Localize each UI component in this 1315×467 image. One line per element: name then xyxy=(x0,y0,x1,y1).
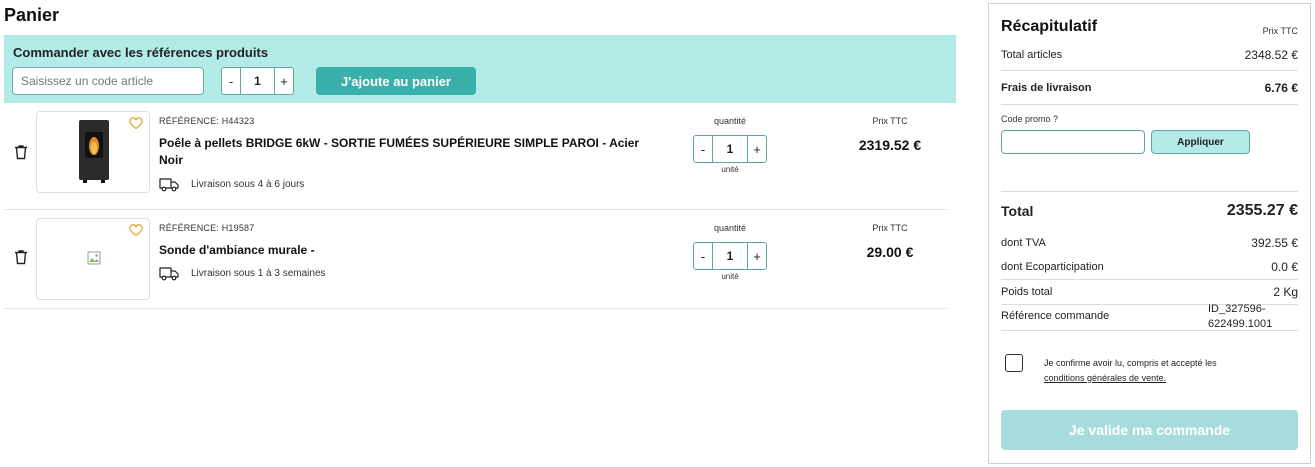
delivery-info: Livraison sous 4 à 6 jours xyxy=(159,176,304,192)
vat-value: 392.55 € xyxy=(1251,236,1298,250)
vat-label: dont TVA xyxy=(1001,237,1046,249)
total-articles-row: Total articles 2348.52 € xyxy=(1001,48,1298,62)
shipping-value: 6.76 € xyxy=(1264,81,1298,95)
quick-order-panel: Commander avec les références produits -… xyxy=(4,35,956,103)
item-price: 2319.52 € xyxy=(858,137,922,153)
quantity-minus-button[interactable]: - xyxy=(222,68,240,94)
terms-checkbox[interactable] xyxy=(1005,354,1023,372)
shipping-row: Frais de livraison 6.76 € xyxy=(1001,81,1298,95)
quantity-minus-button[interactable]: - xyxy=(694,243,712,269)
quick-order-title: Commander avec les références produits xyxy=(13,45,269,60)
eco-participation-row: dont Ecoparticipation 0.0 € xyxy=(1001,260,1298,274)
price-label: Prix TTC xyxy=(872,116,908,126)
divider xyxy=(1001,70,1298,71)
total-articles-label: Total articles xyxy=(1001,49,1063,61)
quantity-plus-button[interactable]: + xyxy=(748,136,766,162)
unit-label: unité xyxy=(721,165,739,174)
product-reference: RÉFÉRENCE: H19587 xyxy=(159,223,255,233)
promo-code-input[interactable] xyxy=(1001,130,1145,154)
product-name[interactable]: Poêle à pellets BRIDGE 6kW - SORTIE FUMÉ… xyxy=(159,135,659,169)
delivery-truck-icon xyxy=(159,178,179,192)
eco-participation-value: 0.0 € xyxy=(1271,260,1298,274)
order-reference-value: ID_327596-622499.1001 xyxy=(1208,303,1273,330)
divider xyxy=(1001,279,1298,280)
add-to-cart-button[interactable]: J'ajoute au panier xyxy=(316,67,476,95)
delivery-info: Livraison sous 1 à 3 semaines xyxy=(159,265,326,281)
summary-title: Récapitulatif xyxy=(1001,18,1098,35)
article-code-input[interactable] xyxy=(12,67,204,95)
quantity-minus-button[interactable]: - xyxy=(694,136,712,162)
quantity-value[interactable]: 1 xyxy=(240,68,275,94)
quantity-value[interactable]: 1 xyxy=(712,136,748,162)
quantity-stepper: - 1 + xyxy=(693,242,767,270)
weight-row: Poids total 2 Kg xyxy=(1001,285,1298,299)
weight-value: 2 Kg xyxy=(1273,285,1298,299)
page-title: Panier xyxy=(4,5,60,25)
divider xyxy=(1001,191,1298,192)
quantity-stepper: - 1 + xyxy=(693,135,767,163)
cart-item: RÉFÉRENCE: H44323 Poêle à pellets BRIDGE… xyxy=(4,103,947,210)
promo-code-label: Code promo ? xyxy=(1001,114,1059,124)
terms-statement: Je confirme avoir lu, compris et accepté… xyxy=(1044,358,1217,368)
terms-text: Je confirme avoir lu, compris et accepté… xyxy=(1044,356,1217,386)
eco-participation-label: dont Ecoparticipation xyxy=(1001,261,1104,273)
delivery-text: Livraison sous 4 à 6 jours xyxy=(191,178,305,190)
total-row: Total 2355.27 € xyxy=(1001,202,1298,220)
quantity-label: quantité xyxy=(713,116,747,126)
broken-image-icon xyxy=(87,251,101,265)
vat-row: dont TVA 392.55 € xyxy=(1001,236,1298,250)
shipping-label: Frais de livraison xyxy=(1001,82,1092,94)
trash-icon[interactable] xyxy=(12,143,30,161)
trash-icon[interactable] xyxy=(12,248,30,266)
divider xyxy=(1001,104,1298,105)
quantity-plus-button[interactable]: + xyxy=(748,243,766,269)
product-thumbnail[interactable] xyxy=(36,111,150,193)
delivery-text: Livraison sous 1 à 3 semaines xyxy=(191,267,326,279)
quantity-label: quantité xyxy=(713,223,747,233)
heart-icon[interactable] xyxy=(128,116,144,130)
total-label: Total xyxy=(1001,203,1034,219)
quantity-plus-button[interactable]: + xyxy=(275,68,293,94)
total-articles-value: 2348.52 € xyxy=(1244,48,1298,62)
price-type-label: Prix TTC xyxy=(1262,26,1298,36)
quick-order-quantity-stepper: - 1 + xyxy=(221,67,294,95)
divider xyxy=(1001,330,1298,331)
cart-item: RÉFÉRENCE: H19587 Sonde d'ambiance mural… xyxy=(4,210,947,309)
weight-label: Poids total xyxy=(1001,286,1053,298)
item-price: 29.00 € xyxy=(866,244,914,260)
order-reference-label: Référence commande xyxy=(1001,310,1110,322)
price-label: Prix TTC xyxy=(872,223,908,233)
unit-label: unité xyxy=(721,272,739,281)
apply-promo-button[interactable]: Appliquer xyxy=(1151,130,1250,154)
product-thumbnail[interactable] xyxy=(36,218,150,300)
quantity-value[interactable]: 1 xyxy=(712,243,748,269)
product-reference: RÉFÉRENCE: H44323 xyxy=(159,116,255,126)
product-name[interactable]: Sonde d'ambiance murale - xyxy=(159,242,659,259)
validate-order-button[interactable]: Je valide ma commande xyxy=(1001,410,1298,450)
delivery-truck-icon xyxy=(159,267,179,281)
heart-icon[interactable] xyxy=(128,223,144,237)
stove-image xyxy=(79,120,109,183)
terms-link[interactable]: conditions générales de vente. xyxy=(1044,373,1166,383)
total-value: 2355.27 € xyxy=(1226,202,1298,219)
order-summary-panel: Récapitulatif Prix TTC Total articles 23… xyxy=(988,3,1311,464)
